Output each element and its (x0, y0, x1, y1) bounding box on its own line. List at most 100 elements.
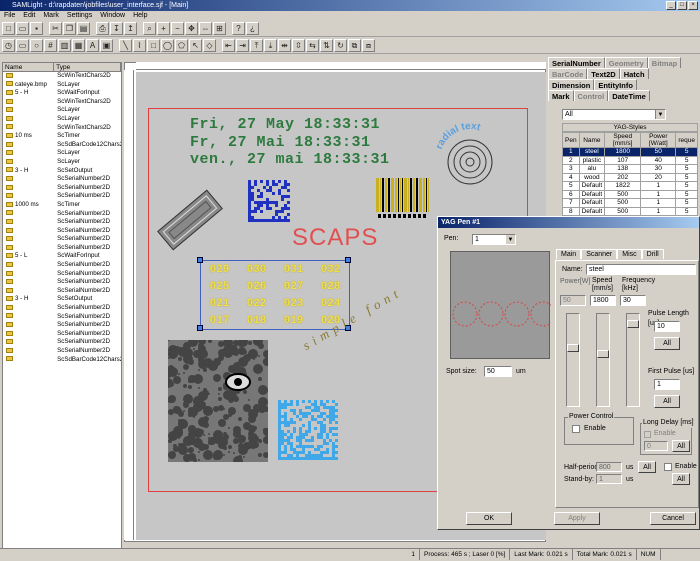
tab-datetime[interactable]: DateTime (608, 90, 650, 101)
menu-item[interactable]: File (4, 11, 15, 21)
center-v-icon[interactable]: ⇳ (292, 39, 305, 52)
tab-scanner[interactable]: Scanner (581, 249, 618, 259)
tab-entityinfo[interactable]: EntityInfo (594, 79, 637, 90)
mirror-v-icon[interactable]: ⇅ (320, 39, 333, 52)
object-list-row[interactable]: ScWinTextChars2D (3, 98, 121, 107)
object-list-row[interactable]: 5 - H ScWaitForInput (3, 89, 121, 98)
radial-circles[interactable]: radial text (430, 114, 510, 204)
standby-all-button[interactable]: All (672, 473, 690, 485)
object-list-row[interactable]: cateye.bmp ScLayer (3, 81, 121, 90)
polygon-icon[interactable]: ⬠ (175, 39, 188, 52)
tab-bitmap[interactable]: Bitmap (647, 57, 682, 68)
help-icon[interactable]: ? (232, 22, 245, 35)
datamatrix-code-large[interactable] (278, 400, 338, 460)
ungroup-icon[interactable]: ⧈ (362, 39, 375, 52)
frequency-slider[interactable] (626, 313, 640, 407)
align-bottom-icon[interactable]: ⤓ (264, 39, 277, 52)
half-period-all-button[interactable]: All (638, 461, 656, 473)
object-list-row[interactable]: ScSerialNumber2D (3, 330, 121, 339)
ok-button[interactable]: OK (466, 512, 512, 525)
tab-geometry[interactable]: Geometry (604, 57, 648, 68)
object-list-row[interactable]: ScLayer (3, 115, 121, 124)
object-list-row[interactable]: ScSerialNumber2D (3, 278, 121, 287)
pen-table-row[interactable]: 1 steel 1800 50 5 (562, 147, 698, 157)
line-icon[interactable]: ╲ (119, 39, 132, 52)
object-list-row[interactable]: 1000 ms ScTimer (3, 201, 121, 210)
frequency-input[interactable]: 30 (620, 295, 646, 306)
new-file-icon[interactable]: □ (2, 22, 15, 35)
align-top-icon[interactable]: ⤒ (250, 39, 263, 52)
group-icon[interactable]: ⧉ (348, 39, 361, 52)
frequency-slider-thumb[interactable] (627, 320, 639, 328)
rectangle-icon[interactable]: ▭ (16, 39, 29, 52)
pen-table-row[interactable]: 5 Default 1822 1 5 (562, 181, 698, 191)
date-text-english[interactable]: Fri, 27 May 18:33:31 (190, 116, 380, 133)
pen-table-row[interactable]: 6 Default 500 1 5 (562, 189, 698, 199)
pen-table-row[interactable]: 3 alu 138 30 5 (562, 164, 698, 174)
menu-item[interactable]: Mark (43, 11, 59, 21)
object-list-row[interactable]: ScSerialNumber2D (3, 287, 121, 296)
pen-table-header[interactable]: Speed [mm/s] (604, 132, 642, 148)
standby-input[interactable]: 1 (596, 474, 622, 484)
print-icon[interactable]: ⎙ (96, 22, 109, 35)
apply-button[interactable]: Apply (554, 512, 600, 525)
context-help-icon[interactable]: ¿ (246, 22, 259, 35)
speed-input[interactable]: 1800 (590, 295, 616, 306)
tab-serialnumber[interactable]: SerialNumber (548, 57, 605, 68)
object-list-row[interactable]: ScSerialNumber2D (3, 184, 121, 193)
circle-icon[interactable]: ○ (30, 39, 43, 52)
ellipse-icon[interactable]: ◯ (161, 39, 174, 52)
scaps-text[interactable]: SCAPS (292, 224, 378, 252)
text-icon[interactable]: A (86, 39, 99, 52)
first-pulse-input[interactable]: 1 (654, 379, 680, 390)
pen-filter-select[interactable]: All ▼ (562, 109, 666, 120)
object-list-row[interactable]: ScSerialNumber2D (3, 175, 121, 184)
tab-mark[interactable]: Mark (548, 90, 574, 101)
minimize-icon[interactable]: _ (666, 1, 676, 10)
save-icon[interactable]: ▪ (30, 22, 43, 35)
paste-icon[interactable]: ▤ (77, 22, 90, 35)
datamatrix-icon[interactable]: ▦ (72, 39, 85, 52)
pulse-length-all-button[interactable]: All (654, 337, 680, 350)
object-list-row[interactable]: ScSerialNumber2D (3, 313, 121, 322)
close-icon[interactable]: × (688, 1, 698, 10)
object-list-row[interactable]: ScLayer (3, 106, 121, 115)
object-list-row[interactable]: ScSerialNumber2D (3, 235, 121, 244)
object-list-row[interactable]: ScWinTextChars2D (3, 72, 121, 81)
zoom-fit-icon[interactable]: ⊞ (213, 22, 226, 35)
node-edit-icon[interactable]: ◇ (203, 39, 216, 52)
object-list-row[interactable]: ScSerialNumber2D (3, 304, 121, 313)
tab-main[interactable]: Main (556, 249, 582, 259)
tab-hatch[interactable]: Hatch (619, 68, 649, 79)
speed-slider[interactable] (596, 313, 610, 407)
copy-icon[interactable]: ❐ (63, 22, 76, 35)
move-icon[interactable]: ⇔ (199, 22, 212, 35)
open-folder-icon[interactable]: ▭ (16, 22, 29, 35)
name-input[interactable]: steel (586, 264, 696, 275)
long-delay-enable-checkbox[interactable] (644, 431, 651, 438)
chevron-down-icon[interactable]: ▼ (655, 110, 665, 119)
object-list-row[interactable]: ScSerialNumber2D (3, 338, 121, 347)
select-arrow-icon[interactable]: ↖ (189, 39, 202, 52)
pen-table-row[interactable]: 2 plastic 107 40 5 (562, 155, 698, 165)
cut-icon[interactable]: ✂ (49, 22, 62, 35)
first-pulse-all-button[interactable]: All (654, 395, 680, 408)
pen-table-header[interactable]: Name (578, 132, 606, 148)
tab-barcode[interactable]: BarCode (548, 68, 588, 79)
barcode-icon[interactable]: ▥ (58, 39, 71, 52)
draw-rect-icon[interactable]: □ (147, 39, 160, 52)
power-control-enable-checkbox[interactable] (572, 425, 580, 433)
long-delay-input[interactable]: 0 (644, 441, 668, 451)
zoom-out-icon[interactable]: − (171, 22, 184, 35)
long-delay-all-button[interactable]: All (672, 440, 690, 452)
object-list-row[interactable]: ScSerialNumber2D (3, 210, 121, 219)
timer-icon[interactable]: ◷ (2, 39, 15, 52)
pen-table-header[interactable]: Power [W/att] (640, 132, 677, 148)
speed-slider-thumb[interactable] (597, 350, 609, 358)
object-list-row[interactable]: ScSerialNumber2D (3, 244, 121, 253)
zoom-icon[interactable]: ⌕ (143, 22, 156, 35)
menu-item[interactable]: Edit (23, 11, 35, 21)
tab-text2d[interactable]: Text2D (587, 68, 620, 79)
rotate-icon[interactable]: ↻ (334, 39, 347, 52)
tab-control[interactable]: Control (573, 90, 609, 101)
